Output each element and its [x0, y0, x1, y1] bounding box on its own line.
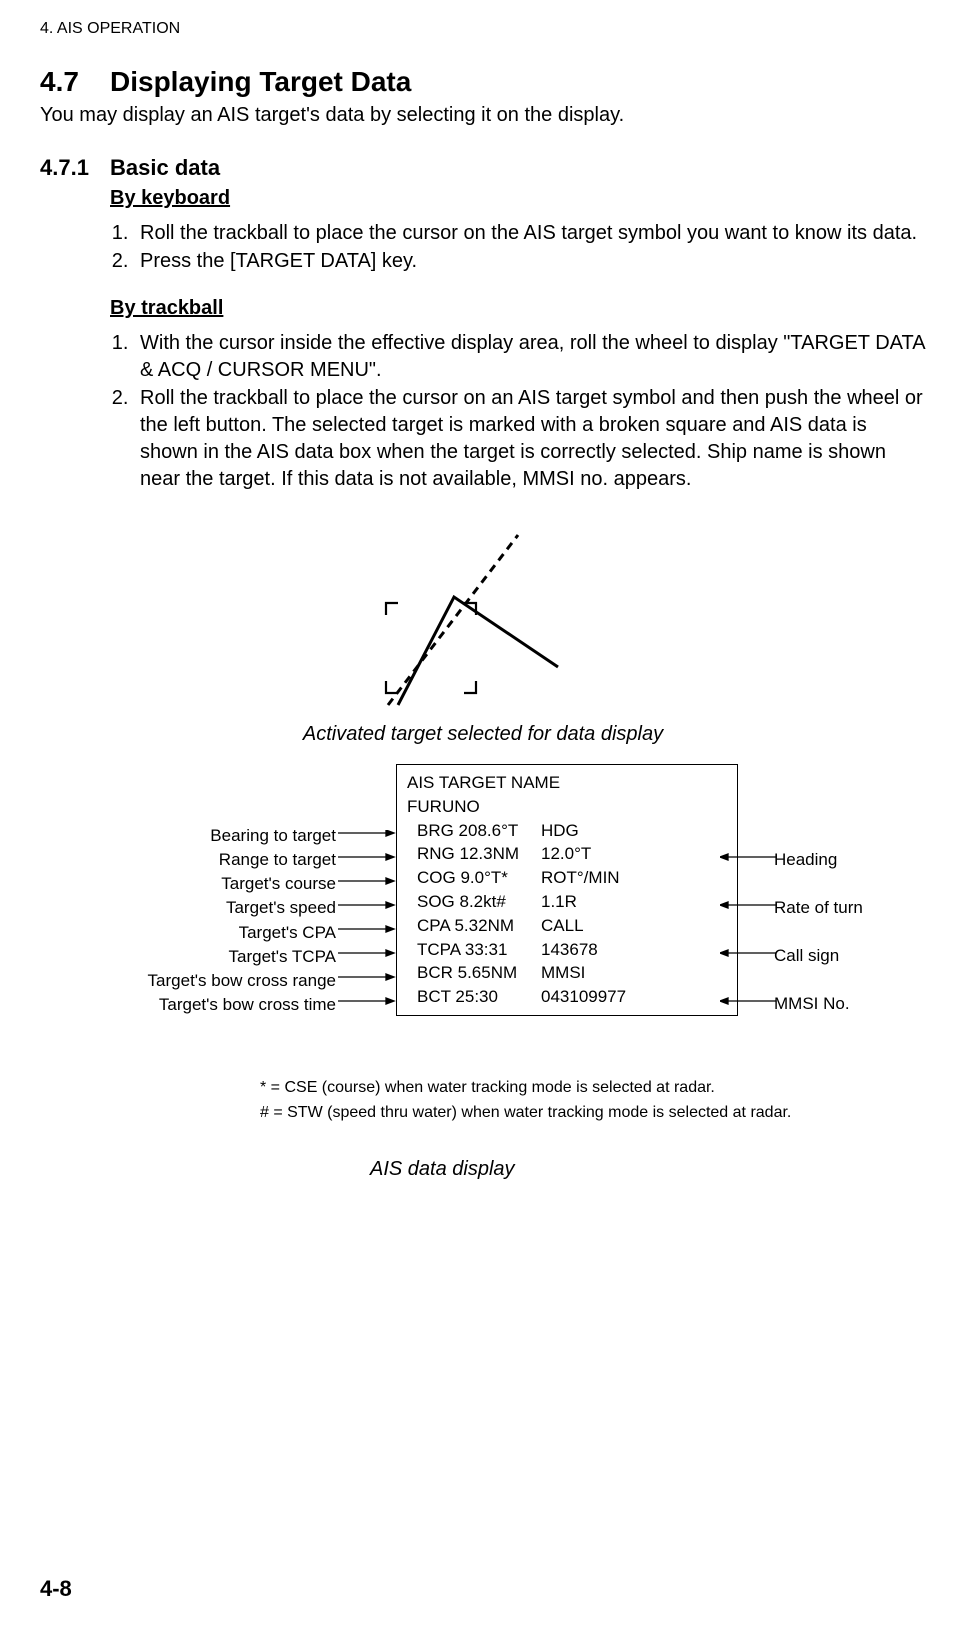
cell: 12.0°T: [541, 842, 727, 866]
page-number: 4-8: [40, 1576, 72, 1602]
label-heading: Heading: [720, 848, 976, 872]
cell: HDG: [541, 819, 727, 843]
cell: 143678: [541, 938, 727, 962]
footnote-stw: # = STW (speed thru water) when water tr…: [260, 1103, 926, 1124]
figure-caption-2: AIS data display: [370, 1158, 926, 1181]
blank: [720, 968, 976, 992]
trackball-steps: With the cursor inside the effective dis…: [110, 330, 926, 493]
list-item: Roll the trackball to place the cursor o…: [134, 220, 926, 247]
blank: [720, 872, 976, 896]
labels-right: Heading Rate of turn Call sign MMSI No.: [720, 824, 976, 1016]
arrows-left-icon: [338, 830, 396, 1030]
cell: ROT°/MIN: [541, 866, 727, 890]
section-title: Displaying Target Data: [110, 66, 411, 98]
cell: BCR 5.65NM: [417, 961, 541, 985]
cell: MMSI: [541, 961, 727, 985]
cell: SOG 8.2kt#: [417, 890, 541, 914]
section-intro: You may display an AIS target's data by …: [40, 104, 926, 127]
cell: COG 9.0°T*: [417, 866, 541, 890]
heading-by-keyboard: By keyboard: [110, 187, 926, 210]
cell: CALL: [541, 914, 727, 938]
figure-target: Activated target selected for data displ…: [40, 515, 926, 746]
cell: 043109977: [541, 985, 727, 1009]
keyboard-steps: Roll the trackball to place the cursor o…: [110, 220, 926, 275]
cell: TCPA 33:31: [417, 938, 541, 962]
blank: [720, 824, 976, 848]
list-item: Roll the trackball to place the cursor o…: [134, 385, 926, 493]
blank: [720, 920, 976, 944]
chapter-header: 4. AIS OPERATION: [40, 20, 926, 38]
cell: RNG 12.3NM: [417, 842, 541, 866]
label-mmsi: MMSI No.: [720, 992, 976, 1016]
list-item: Press the [TARGET DATA] key.: [134, 248, 926, 275]
label-call: Call sign: [720, 944, 976, 968]
heading-by-trackball: By trackball: [110, 297, 926, 320]
ais-data-box: AIS TARGET NAME FURUNO BRG 208.6°THDG RN…: [396, 764, 738, 1016]
subsection-number: 4.7.1: [40, 155, 110, 181]
cell: 1.1R: [541, 890, 727, 914]
figure-caption: Activated target selected for data displ…: [40, 723, 926, 746]
databox-title: AIS TARGET NAME: [407, 771, 727, 795]
target-diagram-icon: [348, 515, 618, 715]
ais-data-figure: Bearing to target Range to target Target…: [40, 764, 926, 1074]
label-rot: Rate of turn: [720, 896, 976, 920]
subsection-title: Basic data: [110, 155, 220, 181]
footnote-cse: * = CSE (course) when water tracking mod…: [260, 1078, 926, 1099]
section-number: 4.7: [40, 66, 110, 98]
list-item: With the cursor inside the effective dis…: [134, 330, 926, 384]
databox-name: FURUNO: [407, 795, 727, 819]
cell: CPA 5.32NM: [417, 914, 541, 938]
cell: BRG 208.6°T: [417, 819, 541, 843]
cell: BCT 25:30: [417, 985, 541, 1009]
